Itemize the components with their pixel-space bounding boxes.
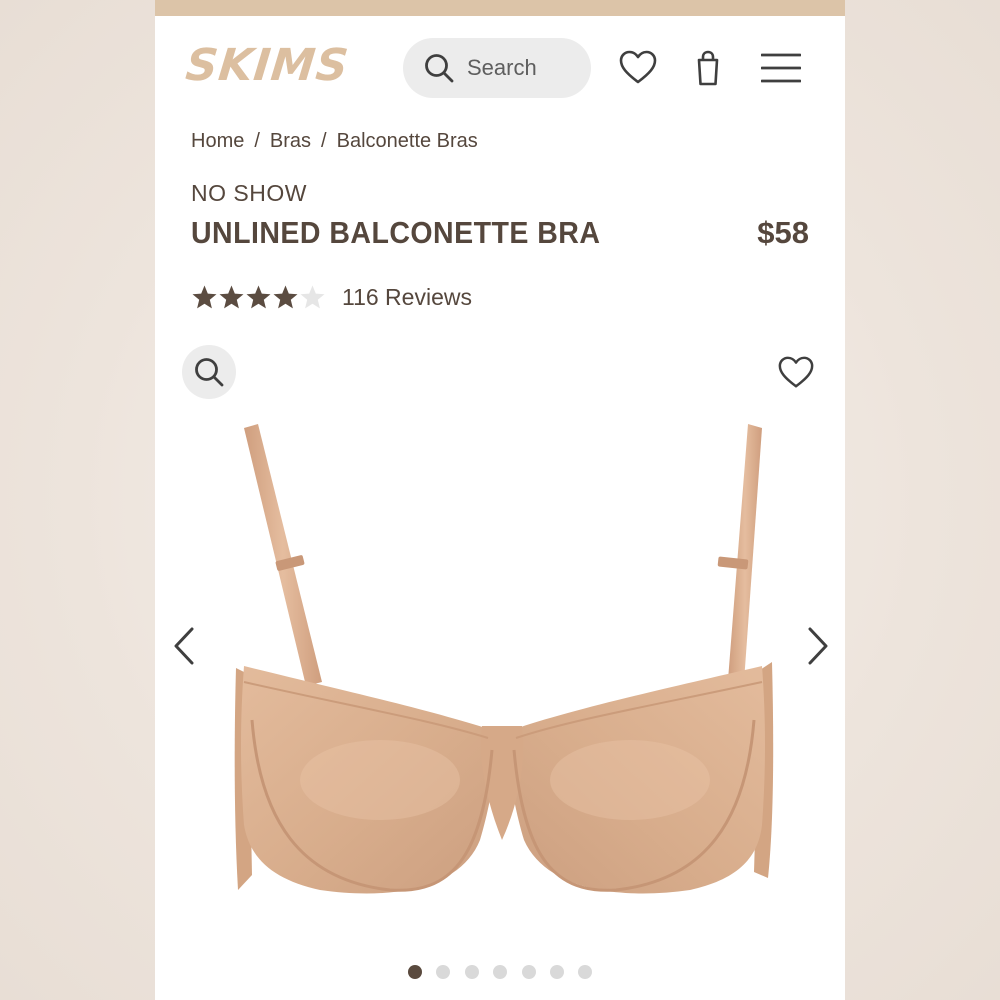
next-image-button[interactable] <box>799 624 835 668</box>
top-accent-bar <box>155 0 845 16</box>
pagination-dot[interactable] <box>578 965 593 979</box>
chevron-right-icon <box>808 627 828 665</box>
phone-screen: SKIMS Home/Bras/Balconette Bras NO SHOW … <box>155 0 845 1000</box>
pagination-dot[interactable] <box>408 965 422 979</box>
pagination-dot[interactable] <box>521 965 536 979</box>
previous-image-button[interactable] <box>167 624 203 668</box>
reviews-link[interactable]: 116 Reviews <box>342 284 472 311</box>
product-rating[interactable]: 116 Reviews <box>191 282 472 312</box>
pagination-dot[interactable] <box>464 965 479 979</box>
star-rating <box>191 284 326 311</box>
breadcrumb-balconette-bras[interactable]: Balconette Bras <box>337 130 478 152</box>
product-collection: NO SHOW <box>191 180 307 206</box>
image-pagination <box>408 965 607 979</box>
heart-icon <box>619 50 657 84</box>
star-filled-icon <box>246 285 271 308</box>
search-icon[interactable] <box>423 52 455 84</box>
search-input[interactable] <box>467 50 579 86</box>
shopping-bag-icon <box>697 50 719 86</box>
heart-icon <box>778 356 814 388</box>
pagination-dot[interactable] <box>436 965 451 979</box>
breadcrumb: Home / Bras / Balconette Bras <box>191 127 478 155</box>
hamburger-menu-icon <box>761 53 801 83</box>
favorite-product-button[interactable] <box>777 354 815 392</box>
star-empty-icon <box>300 285 325 308</box>
star-filled-icon <box>219 285 244 308</box>
zoom-button[interactable] <box>182 345 236 399</box>
product-title: UNLINED BALCONETTE BRA <box>191 215 601 250</box>
pagination-dot[interactable] <box>493 965 508 979</box>
search-bar[interactable] <box>403 38 591 98</box>
star-filled-icon <box>273 285 298 308</box>
pagination-dot[interactable] <box>549 965 564 979</box>
chevron-left-icon <box>174 627 194 665</box>
cart-button[interactable] <box>688 48 728 88</box>
product-price: $58 <box>757 215 809 250</box>
menu-button[interactable] <box>761 48 801 88</box>
brand-logo[interactable]: SKIMS <box>183 38 364 94</box>
breadcrumb-separator: / <box>321 130 327 152</box>
breadcrumb-separator: / <box>254 130 260 152</box>
breadcrumb-home[interactable]: Home <box>191 130 244 152</box>
product-image-bra <box>234 424 774 894</box>
zoom-icon <box>195 358 224 387</box>
wishlist-button[interactable] <box>618 48 658 88</box>
breadcrumb-bras[interactable]: Bras <box>270 130 311 152</box>
star-filled-icon <box>192 285 217 308</box>
